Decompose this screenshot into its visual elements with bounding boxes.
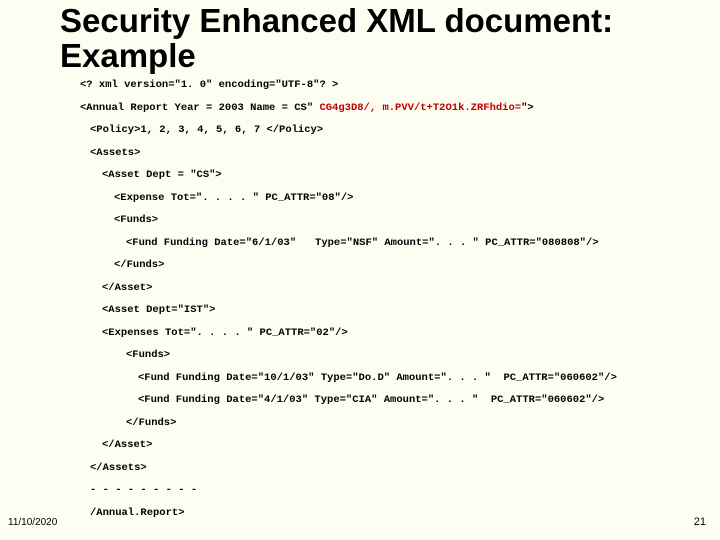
slide-title: Security Enhanced XML document: Example xyxy=(60,4,700,73)
slide: Security Enhanced XML document: Example … xyxy=(0,0,720,540)
code-line: - - - - - - - - - xyxy=(80,485,690,496)
code-line: </Assets> xyxy=(80,463,690,474)
code-line: </Asset> xyxy=(80,440,690,451)
code-line: <Expense Tot=". . . . " PC_ATTR="08"/> xyxy=(80,193,690,204)
footer-date: 11/10/2020 xyxy=(8,517,57,528)
code-line: <Funds> xyxy=(80,350,690,361)
code-line: <? xml version="1. 0" encoding="UTF-8"? … xyxy=(80,80,690,91)
code-line: <Asset Dept = "CS"> xyxy=(80,170,690,181)
code-text: "> xyxy=(521,102,534,114)
code-line: <Fund Funding Date="10/1/03" Type="Do.D"… xyxy=(80,373,690,384)
code-line: <Funds> xyxy=(80,215,690,226)
footer-page-number: 21 xyxy=(694,516,706,528)
code-line: <Asset Dept="IST"> xyxy=(80,305,690,316)
code-line: <Expenses Tot=". . . . " PC_ATTR="02"/> xyxy=(80,328,690,339)
code-line: <Policy>1, 2, 3, 4, 5, 6, 7 </Policy> xyxy=(80,125,690,136)
code-line: </Asset> xyxy=(80,283,690,294)
code-line: <Assets> xyxy=(80,148,690,159)
code-line: <Fund Funding Date="6/1/03" Type="NSF" A… xyxy=(80,238,690,249)
code-line: /Annual.Report> xyxy=(80,508,690,519)
code-line: </Funds> xyxy=(80,418,690,429)
code-line: </Funds> xyxy=(80,260,690,271)
code-line: <Fund Funding Date="4/1/03" Type="CIA" A… xyxy=(80,395,690,406)
code-text: <Annual Report Year = 2003 Name = CS" xyxy=(80,102,313,114)
code-line: <Annual Report Year = 2003 Name = CS" CG… xyxy=(80,103,690,114)
code-red: CG4g3D8/, m.PVV/t+T2O1k.ZRFhdio= xyxy=(313,102,521,114)
xml-code-block: <? xml version="1. 0" encoding="UTF-8"? … xyxy=(80,80,690,530)
